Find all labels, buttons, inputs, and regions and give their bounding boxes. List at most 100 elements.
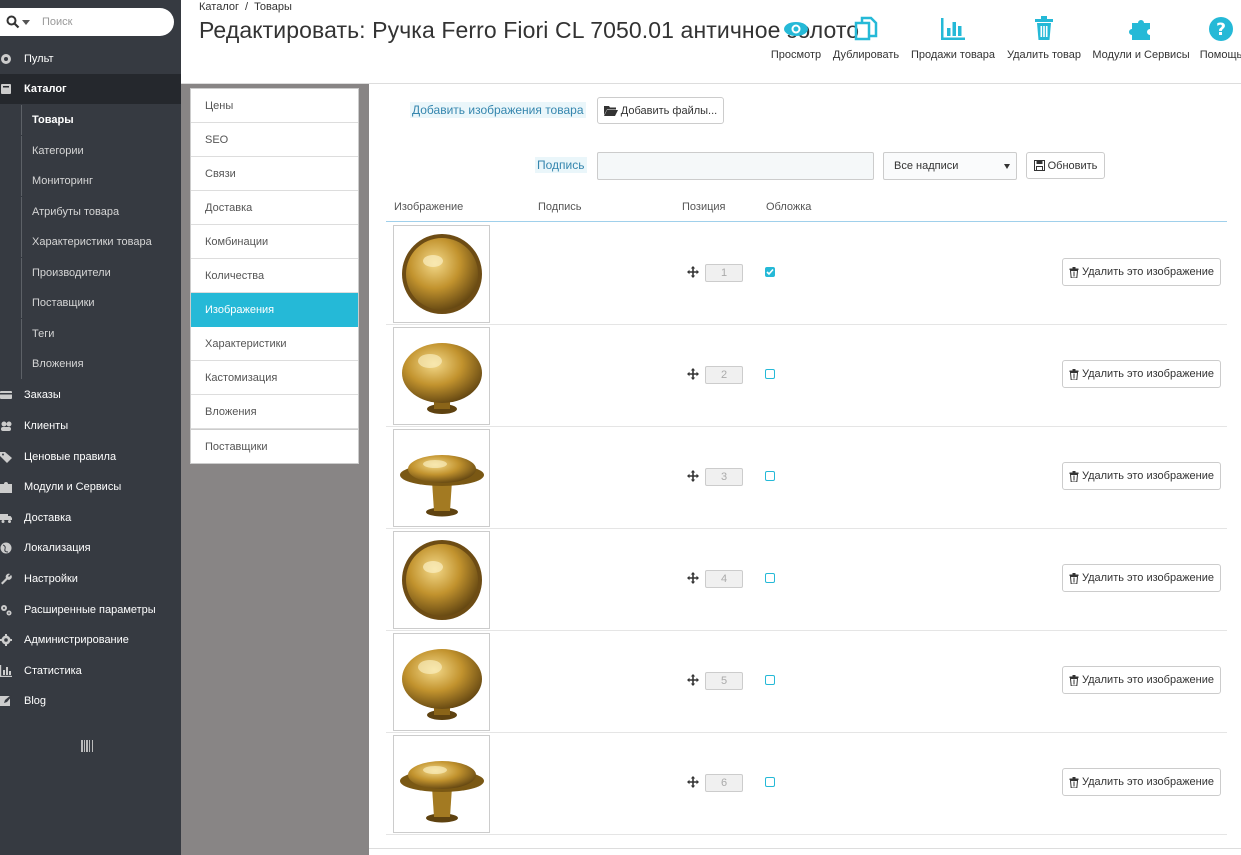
product-image-thumbnail[interactable]	[393, 225, 490, 323]
drag-handle-icon[interactable]	[687, 368, 699, 380]
drag-handle-icon[interactable]	[687, 572, 699, 584]
delete-image-label: Удалить это изображение	[1081, 368, 1215, 380]
sidebar-item-12[interactable]: Blog	[0, 686, 181, 716]
sidebar-item-label: Клиенты	[24, 420, 69, 432]
sidebar-item-10[interactable]: Администрирование	[0, 625, 181, 655]
sidebar-item-8[interactable]: Настройки	[0, 564, 181, 594]
sidebar-item-0[interactable]: Пульт	[0, 44, 181, 74]
catalog-sub-item-0[interactable]: Товары	[21, 105, 181, 135]
sidebar-item-7[interactable]: Локализация	[0, 533, 181, 563]
sidebar-item-5[interactable]: Модули и Сервисы	[0, 472, 181, 502]
breadcrumb-products[interactable]: Товары	[254, 1, 292, 13]
sidebar-item-label: Доставка	[24, 512, 72, 524]
catalog-sub-item-5[interactable]: Производители	[21, 257, 181, 288]
tab-10[interactable]: Поставщики	[191, 429, 358, 463]
row-divider	[386, 732, 1227, 733]
position-value: 4	[705, 570, 743, 588]
cover-checkbox[interactable]	[765, 267, 775, 277]
bar-chart-icon	[0, 665, 12, 677]
sidebar-item-6[interactable]: Доставка	[0, 503, 181, 533]
cover-checkbox[interactable]	[765, 777, 775, 787]
sidebar-item-label: Ценовые правила	[24, 451, 117, 463]
orders-icon	[0, 389, 12, 401]
delete-image-button[interactable]: Удалить это изображение	[1062, 768, 1221, 796]
table-header-divider	[386, 221, 1227, 222]
catalog-sub-item-6[interactable]: Поставщики	[21, 288, 181, 318]
row-divider	[386, 630, 1227, 631]
column-position: Позиция	[682, 201, 726, 213]
globe-icon	[0, 542, 12, 554]
tab-6[interactable]: Изображения	[191, 293, 358, 327]
trash-icon	[1069, 776, 1079, 788]
search-input[interactable]	[42, 16, 152, 28]
product-image-thumbnail[interactable]	[393, 633, 490, 731]
tab-4[interactable]: Комбинации	[191, 225, 358, 259]
tab-1[interactable]: SEO	[191, 123, 358, 157]
catalog-sub-item-7[interactable]: Теги	[21, 318, 181, 349]
delete-image-button[interactable]: Удалить это изображение	[1062, 360, 1221, 388]
sidebar-item-2[interactable]: Заказы	[0, 380, 181, 410]
product-image-thumbnail[interactable]	[393, 531, 490, 629]
sidebar-item-1[interactable]: Каталог	[0, 74, 181, 104]
catalog-sub-item-label: Атрибуты товара	[32, 205, 120, 218]
chevron-down-icon[interactable]	[22, 19, 30, 25]
caption-input[interactable]	[597, 152, 874, 180]
tab-9[interactable]: Вложения	[191, 395, 358, 429]
catalog-sub-item-3[interactable]: Атрибуты товара	[21, 196, 181, 227]
cover-checkbox[interactable]	[765, 369, 775, 379]
row-divider	[386, 426, 1227, 427]
tab-3[interactable]: Доставка	[191, 191, 358, 225]
wrench-icon	[0, 573, 12, 585]
chevron-down-icon	[1004, 164, 1010, 169]
breadcrumb-catalog[interactable]: Каталог	[199, 1, 239, 13]
drag-handle-icon[interactable]	[687, 470, 699, 482]
sidebar-item-4[interactable]: Ценовые правила	[0, 442, 181, 472]
delete-image-button[interactable]: Удалить это изображение	[1062, 258, 1221, 286]
add-files-button[interactable]: Добавить файлы...	[597, 97, 724, 124]
cogs-icon	[0, 604, 12, 616]
tab-2[interactable]: Связи	[191, 157, 358, 191]
add-images-label: Добавить изображения товара	[410, 102, 586, 118]
add-files-label: Добавить файлы...	[620, 104, 718, 117]
tab-5[interactable]: Количества	[191, 259, 358, 293]
sidebar-item-label: Заказы	[24, 389, 61, 401]
cover-checkbox[interactable]	[765, 471, 775, 481]
update-button[interactable]: Обновить	[1026, 152, 1105, 179]
sidebar-item-3[interactable]: Клиенты	[0, 411, 181, 441]
language-select[interactable]: Все надписи	[883, 152, 1017, 180]
delete-image-button[interactable]: Удалить это изображение	[1062, 462, 1221, 490]
collapse-menu-icon[interactable]	[81, 740, 93, 752]
toolbar-button-help[interactable]: ? Помощь	[1161, 14, 1241, 61]
catalog-sub-item-1[interactable]: Категории	[21, 135, 181, 166]
drag-handle-icon[interactable]	[687, 776, 699, 788]
cover-checkbox[interactable]	[765, 675, 775, 685]
catalog-sub-item-label: Вложения	[32, 358, 84, 370]
tab-8[interactable]: Кастомизация	[191, 361, 358, 395]
puzzle-icon	[0, 481, 12, 493]
product-image-thumbnail[interactable]	[393, 327, 490, 425]
delete-image-button[interactable]: Удалить это изображение	[1062, 564, 1221, 592]
delete-image-label: Удалить это изображение	[1081, 572, 1215, 584]
sidebar-item-9[interactable]: Расширенные параметры	[0, 595, 181, 625]
edit-icon	[0, 695, 12, 707]
catalog-sub-item-2[interactable]: Мониторинг	[21, 166, 181, 196]
position-value: 1	[705, 264, 743, 282]
tab-7[interactable]: Характеристики	[191, 327, 358, 361]
tag-icon	[0, 451, 12, 463]
catalog-sub-item-4[interactable]: Характеристики товара	[21, 227, 181, 257]
product-image-thumbnail[interactable]	[393, 735, 490, 833]
drag-handle-icon[interactable]	[687, 266, 699, 278]
delete-image-button[interactable]: Удалить это изображение	[1062, 666, 1221, 694]
sidebar-item-label: Настройки	[24, 573, 78, 585]
breadcrumb-separator: /	[245, 1, 249, 13]
cover-checkbox[interactable]	[765, 573, 775, 583]
tab-0[interactable]: Цены	[191, 89, 358, 123]
sidebar-item-label: Каталог	[24, 83, 67, 95]
drag-handle-icon[interactable]	[687, 674, 699, 686]
column-caption: Подпись	[538, 201, 582, 213]
search-icon[interactable]	[6, 15, 20, 29]
catalog-sub-item-8[interactable]: Вложения	[21, 349, 181, 379]
customers-icon	[0, 420, 12, 432]
product-image-thumbnail[interactable]	[393, 429, 490, 527]
sidebar-item-11[interactable]: Статистика	[0, 656, 181, 686]
